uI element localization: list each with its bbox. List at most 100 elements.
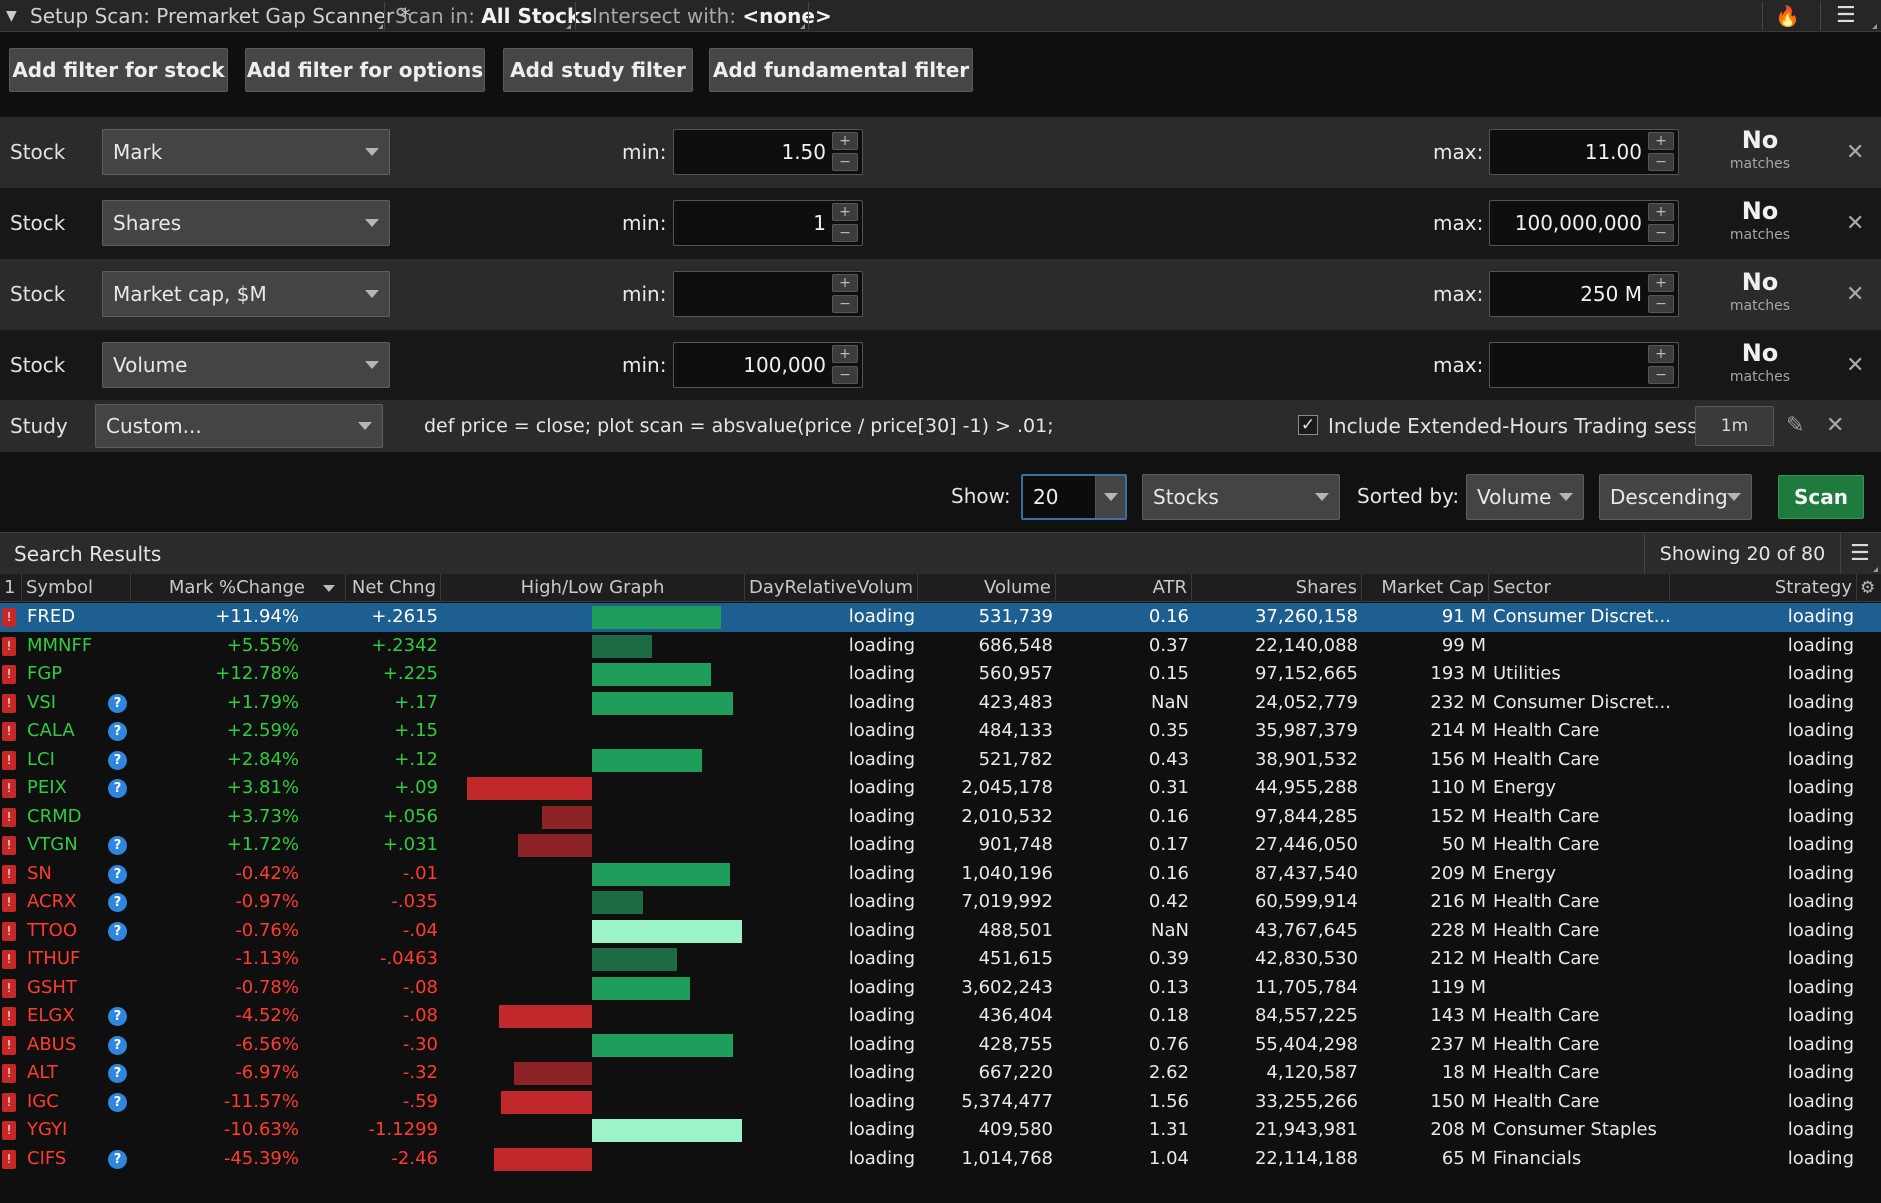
increment-button[interactable]: + bbox=[832, 132, 858, 150]
increment-button[interactable]: + bbox=[832, 345, 858, 363]
study-code-text[interactable]: def price = close; plot scan = absvalue(… bbox=[424, 400, 1054, 452]
add-study-filter-button[interactable]: Add study filter bbox=[503, 48, 693, 92]
alert-flag-icon[interactable]: ! bbox=[2, 807, 16, 827]
info-icon[interactable]: ? bbox=[108, 1035, 127, 1055]
table-row[interactable]: ! YGYI -10.63% -1.1299 loading 409,580 1.31 21,… bbox=[0, 1116, 1881, 1145]
table-row[interactable]: ! ITHUF -1.13% -.0463 loading 451,615 0.39 42,8… bbox=[0, 945, 1881, 974]
col-atr[interactable]: ATR bbox=[1056, 574, 1192, 602]
info-icon[interactable]: ? bbox=[108, 864, 127, 884]
flame-icon[interactable]: 🔥 bbox=[1775, 0, 1800, 32]
scan-in-selector[interactable]: Scan in: All Stocks bbox=[395, 0, 592, 32]
info-icon[interactable]: ? bbox=[108, 1007, 127, 1026]
info-icon[interactable]: ? bbox=[108, 779, 127, 798]
col-volume[interactable]: Volume bbox=[918, 574, 1056, 602]
table-row[interactable]: ! PEIX? +3.81% +.09 loading 2,045,178 0.31 44,9… bbox=[0, 774, 1881, 803]
close-icon[interactable]: ✕ bbox=[1846, 259, 1864, 330]
info-icon[interactable]: ? bbox=[108, 1149, 127, 1169]
col-high-low-graph[interactable]: High/Low Graph bbox=[441, 574, 745, 602]
table-row[interactable]: ! VSI? +1.79% +.17 loading 423,483 NaN 24,052,7… bbox=[0, 689, 1881, 718]
increment-button[interactable]: + bbox=[1648, 345, 1674, 363]
table-row[interactable]: ! ACRX? -0.97% -.035 loading 7,019,992 0.42 60,… bbox=[0, 888, 1881, 917]
close-icon[interactable]: ✕ bbox=[1846, 117, 1864, 188]
scan-button[interactable]: Scan bbox=[1778, 475, 1864, 519]
alert-flag-icon[interactable]: ! bbox=[2, 921, 16, 941]
alert-flag-icon[interactable]: ! bbox=[2, 750, 16, 770]
table-row[interactable]: ! SN? -0.42% -.01 loading 1,040,196 0.16 87,437… bbox=[0, 860, 1881, 889]
alert-flag-icon[interactable]: ! bbox=[2, 1035, 16, 1055]
filter-field-dropdown[interactable]: Market cap, $M bbox=[102, 271, 390, 317]
intersect-selector[interactable]: Intersect with: <none> bbox=[592, 0, 832, 32]
close-icon[interactable]: ✕ bbox=[1846, 330, 1864, 401]
gear-icon[interactable]: ⚙ bbox=[1860, 574, 1875, 602]
alert-flag-icon[interactable]: ! bbox=[2, 864, 16, 884]
col-strategy[interactable]: Strategy bbox=[1670, 574, 1857, 602]
extended-hours-checkbox[interactable]: ✓ bbox=[1298, 415, 1318, 435]
info-icon[interactable]: ? bbox=[108, 1064, 127, 1083]
info-icon[interactable]: ? bbox=[108, 1092, 127, 1112]
results-menu-button[interactable]: ☰ bbox=[1840, 533, 1881, 575]
aggregation-period-button[interactable]: 1m bbox=[1695, 406, 1774, 446]
decrement-button[interactable]: − bbox=[1648, 295, 1674, 313]
close-icon[interactable]: ✕ bbox=[1826, 400, 1844, 452]
col-mark-change[interactable]: Mark %Change bbox=[131, 574, 346, 602]
table-row[interactable]: ! FGP +12.78% +.225 loading 560,957 0.15 97,152… bbox=[0, 660, 1881, 689]
table-row[interactable]: ! TTOO? -0.76% -.04 loading 488,501 NaN 43,767,… bbox=[0, 917, 1881, 946]
alert-flag-icon[interactable]: ! bbox=[2, 693, 16, 713]
max-input[interactable]: 250 M + − bbox=[1489, 271, 1679, 317]
table-row[interactable]: ! IGC? -11.57% -.59 loading 5,374,477 1.56 33,2… bbox=[0, 1088, 1881, 1117]
sort-field-dropdown[interactable]: Volume bbox=[1466, 474, 1584, 520]
add-fundamental-filter-button[interactable]: Add fundamental filter bbox=[709, 48, 973, 92]
add-options-filter-button[interactable]: Add filter for options bbox=[245, 48, 485, 92]
close-icon[interactable]: ✕ bbox=[1846, 188, 1864, 259]
alert-flag-icon[interactable]: ! bbox=[2, 836, 16, 855]
col-market-cap[interactable]: Market Cap bbox=[1362, 574, 1489, 602]
decrement-button[interactable]: − bbox=[1648, 224, 1674, 242]
max-input[interactable]: 11.00 + − bbox=[1489, 129, 1679, 175]
increment-button[interactable]: + bbox=[1648, 274, 1674, 292]
alert-flag-icon[interactable]: ! bbox=[2, 608, 16, 627]
alert-flag-icon[interactable]: ! bbox=[2, 1064, 16, 1083]
increment-button[interactable]: + bbox=[1648, 132, 1674, 150]
info-icon[interactable]: ? bbox=[108, 921, 127, 941]
min-input[interactable]: 100,000 + − bbox=[673, 342, 863, 388]
alert-flag-icon[interactable]: ! bbox=[2, 779, 16, 798]
col-day-relative-volume[interactable]: DayRelativeVolum bbox=[745, 574, 918, 602]
alert-flag-icon[interactable]: ! bbox=[2, 978, 16, 998]
decrement-button[interactable]: − bbox=[832, 295, 858, 313]
increment-button[interactable]: + bbox=[832, 203, 858, 221]
sort-order-dropdown[interactable]: Descending bbox=[1599, 474, 1752, 520]
min-input[interactable]: 1 + − bbox=[673, 200, 863, 246]
col-sector[interactable]: Sector bbox=[1489, 574, 1670, 602]
add-stock-filter-button[interactable]: Add filter for stock bbox=[9, 48, 228, 92]
table-row[interactable]: ! FRED +11.94% +.2615 loading 531,739 0.16 37,2… bbox=[0, 603, 1881, 632]
study-dropdown[interactable]: Custom... bbox=[95, 404, 383, 448]
chevron-down-icon[interactable]: ▼ bbox=[6, 0, 17, 32]
min-input[interactable]: + − bbox=[673, 271, 863, 317]
table-row[interactable]: ! ABUS? -6.56% -.30 loading 428,755 0.76 55,404… bbox=[0, 1031, 1881, 1060]
show-count-select[interactable]: 20 bbox=[1021, 474, 1127, 520]
decrement-button[interactable]: − bbox=[832, 366, 858, 384]
table-row[interactable]: ! MMNFF +5.55% +.2342 loading 686,548 0.37 22,1… bbox=[0, 632, 1881, 661]
decrement-button[interactable]: − bbox=[832, 224, 858, 242]
asset-type-dropdown[interactable]: Stocks bbox=[1142, 474, 1340, 520]
show-count-dropdown-button[interactable] bbox=[1095, 476, 1125, 518]
table-row[interactable]: ! VTGN? +1.72% +.031 loading 901,748 0.17 27,44… bbox=[0, 831, 1881, 860]
info-icon[interactable]: ? bbox=[108, 836, 127, 855]
max-input[interactable]: + − bbox=[1489, 342, 1679, 388]
increment-button[interactable]: + bbox=[832, 274, 858, 292]
info-icon[interactable]: ? bbox=[108, 693, 127, 713]
table-row[interactable]: ! GSHT -0.78% -.08 loading 3,602,243 0.13 11,70… bbox=[0, 974, 1881, 1003]
min-input[interactable]: 1.50 + − bbox=[673, 129, 863, 175]
info-icon[interactable]: ? bbox=[108, 722, 127, 741]
table-row[interactable]: ! CRMD +3.73% +.056 loading 2,010,532 0.16 97,8… bbox=[0, 803, 1881, 832]
alert-flag-icon[interactable]: ! bbox=[2, 1007, 16, 1026]
col-symbol[interactable]: Symbol bbox=[22, 574, 131, 602]
alert-flag-icon[interactable]: ! bbox=[2, 1121, 16, 1140]
list-menu-icon[interactable]: ☰ bbox=[1836, 0, 1856, 32]
alert-flag-icon[interactable]: ! bbox=[2, 722, 16, 741]
alert-flag-icon[interactable]: ! bbox=[2, 1149, 16, 1169]
max-input[interactable]: 100,000,000 + − bbox=[1489, 200, 1679, 246]
increment-button[interactable]: + bbox=[1648, 203, 1674, 221]
col-shares[interactable]: Shares bbox=[1192, 574, 1362, 602]
alert-flag-icon[interactable]: ! bbox=[2, 636, 16, 656]
